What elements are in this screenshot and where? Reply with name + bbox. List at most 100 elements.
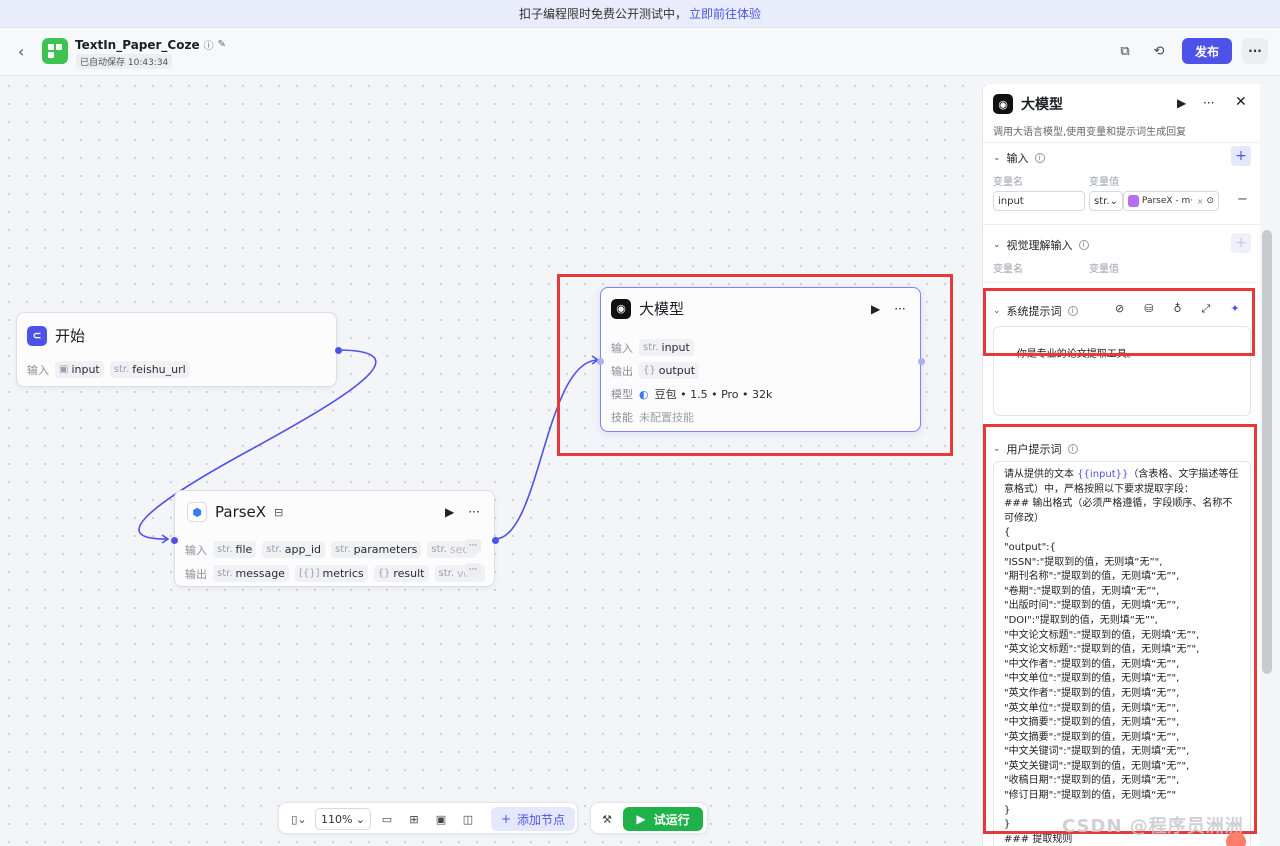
system-prompt-title: 系统提示词 (1006, 305, 1062, 318)
image-icon[interactable]: ▣ (431, 809, 451, 829)
input-section-header[interactable]: ⌄ 输入 i (993, 150, 1045, 166)
compass-icon[interactable]: ⊘ (1115, 302, 1124, 316)
history-icon[interactable]: ⟲ (1148, 40, 1170, 62)
start-input-chip: ▣ input (55, 361, 104, 378)
bulb-icon[interactable]: ♁ (1173, 302, 1181, 316)
ai-optimize-icon[interactable]: ✦ (1230, 302, 1239, 316)
library-icon[interactable]: ⛁ (1144, 302, 1153, 316)
test-run-button[interactable]: ▶ 试运行 (623, 807, 703, 831)
param-type: str. (266, 544, 282, 555)
test-run-label: 试运行 (653, 812, 690, 827)
chevron-down-icon: ⌄ (1109, 195, 1118, 207)
col-value-label: 变量值 (1089, 264, 1119, 275)
system-prompt-header[interactable]: ⌄ 系统提示词 i (993, 303, 1078, 319)
param-type: {} (377, 568, 391, 579)
var-ref-select[interactable]: ParseX - m··· × ⊙ (1123, 191, 1219, 211)
image-icon: ▣ (59, 364, 69, 375)
autosave-badge: 已自动保存 10:43:34 (76, 54, 173, 69)
outputs-more-button[interactable]: ··· (465, 563, 481, 577)
add-node-button[interactable]: + 添加节点 (491, 807, 575, 831)
inputs-more-button[interactable]: ··· (465, 539, 481, 553)
canvas-toolbar: ▯⌄ 110% ⌄ ▭ ⊞ ▣ ◫ + 添加节点 (278, 802, 578, 834)
user-prompt-variable: {{input}} (1077, 469, 1129, 480)
chevron-down-icon: ⌄ (993, 444, 1001, 454)
mouse-mode-icon[interactable]: ▯⌄ (287, 809, 311, 829)
plus-icon: + (500, 812, 512, 826)
start-node[interactable]: ⊂ 开始 输入 ▣ input str. feishu_url (16, 312, 342, 387)
param-type: str. (431, 544, 447, 555)
plugin-ref-icon (1128, 195, 1139, 207)
edit-icon[interactable]: ✎ (218, 39, 226, 50)
zoom-select[interactable]: 110% ⌄ (315, 808, 371, 830)
layout-icon[interactable]: ⊞ (404, 809, 424, 829)
banner-link[interactable]: 立即前往体验 (689, 5, 761, 22)
doubao-icon: ◐ (639, 387, 649, 401)
panel-description: 调用大语言模型,使用变量和提示词生成回复 (993, 127, 1187, 138)
info-icon[interactable]: i (1067, 444, 1078, 454)
user-prompt-header[interactable]: ⌄ 用户提示词 i (993, 441, 1078, 457)
minimap-icon[interactable]: ◫ (458, 809, 478, 829)
parsex-node-title: ParseX (215, 503, 267, 521)
add-node-label: 添加节点 (517, 812, 566, 827)
run-node-icon[interactable]: ▶ (445, 505, 454, 519)
info-icon[interactable]: i (1078, 240, 1089, 250)
start-input-chip: str. feishu_url (109, 361, 190, 378)
panel-more-icon[interactable]: ··· (1203, 96, 1214, 110)
more-icon[interactable]: ··· (1242, 38, 1268, 64)
chevron-down-icon: ⌄ (993, 240, 1001, 250)
user-prompt-editor[interactable]: 请从提供的文本 {{input}}（含表格、文字描述等任意格式）中，严格按照以下… (993, 461, 1251, 846)
var-name-input[interactable]: input (993, 191, 1085, 211)
run-node-icon[interactable]: ▶ (871, 302, 880, 316)
close-icon[interactable]: ✕ (1235, 94, 1247, 110)
param-name: result (393, 567, 425, 580)
add-input-button[interactable]: + (1231, 146, 1251, 166)
llm-icon: ◉ (611, 298, 631, 319)
param-type: str. (335, 544, 351, 555)
expand-icon[interactable]: ⤢ (1202, 302, 1211, 316)
workflow-logo-icon (42, 38, 68, 64)
app-title-group: TextIn_Paper_Coze ⓘ ✎ (75, 37, 226, 53)
info-icon[interactable]: i (1034, 153, 1045, 163)
avatar (1226, 832, 1246, 846)
vision-section-header[interactable]: ⌄ 视觉理解输入 i (993, 237, 1089, 253)
parsex-input-label: 输入 (185, 543, 207, 557)
copy-icon[interactable]: ⧉ (1114, 40, 1136, 62)
debug-icon[interactable]: ⚒ (597, 809, 617, 829)
param-type: {} (643, 365, 656, 376)
node-more-icon[interactable]: ··· (894, 302, 905, 316)
llm-node[interactable]: ◉ 大模型 ▶ ··· 输入 str. input 输出 {} output 模型 … (597, 287, 925, 432)
llm-input-port[interactable] (597, 358, 604, 365)
clear-icon[interactable]: × (1197, 197, 1204, 206)
info-icon[interactable]: ⓘ (204, 37, 214, 52)
parsex-icon: ⬢ (187, 502, 207, 522)
param-name: metrics (322, 567, 364, 580)
workflow-canvas[interactable] (0, 77, 980, 846)
chevron-down-icon: ⌄ (993, 306, 1001, 316)
panel-title: 大模型 (1021, 97, 1063, 113)
llm-output-label: 输出 (611, 364, 633, 378)
system-prompt-editor[interactable]: 你是专业的论文提取工具。 (993, 326, 1251, 416)
target-icon[interactable]: ⊙ (1206, 196, 1214, 206)
parsex-input-port[interactable] (171, 537, 178, 544)
node-more-icon[interactable]: ··· (468, 505, 479, 519)
comment-icon[interactable]: ▭ (377, 809, 397, 829)
col-name-label: 变量名 (993, 264, 1023, 275)
parsex-node[interactable]: ⬢ ParseX ⊟ ▶ ··· 输入 str. file str. app_id … (171, 490, 499, 587)
param-name: output (658, 364, 696, 377)
llm-output-port[interactable] (918, 358, 925, 365)
param-name: message (235, 567, 285, 580)
param-type: [{}] (298, 568, 320, 579)
info-icon[interactable]: i (1067, 306, 1078, 316)
start-output-port[interactable] (335, 347, 342, 354)
var-type-select[interactable]: str. ⌄ (1089, 191, 1123, 211)
run-node-icon[interactable]: ▶ (1177, 96, 1186, 110)
panel-scrollbar[interactable] (1262, 230, 1272, 674)
start-icon: ⊂ (27, 325, 47, 346)
add-vision-button[interactable]: + (1231, 233, 1251, 253)
publish-button[interactable]: 发布 (1182, 38, 1232, 64)
back-icon[interactable]: ‹ (18, 42, 34, 61)
parsex-output-port[interactable] (492, 537, 499, 544)
start-node-title: 开始 (55, 327, 86, 345)
start-input-name: input (71, 363, 100, 376)
remove-var-icon[interactable]: − (1237, 192, 1248, 207)
